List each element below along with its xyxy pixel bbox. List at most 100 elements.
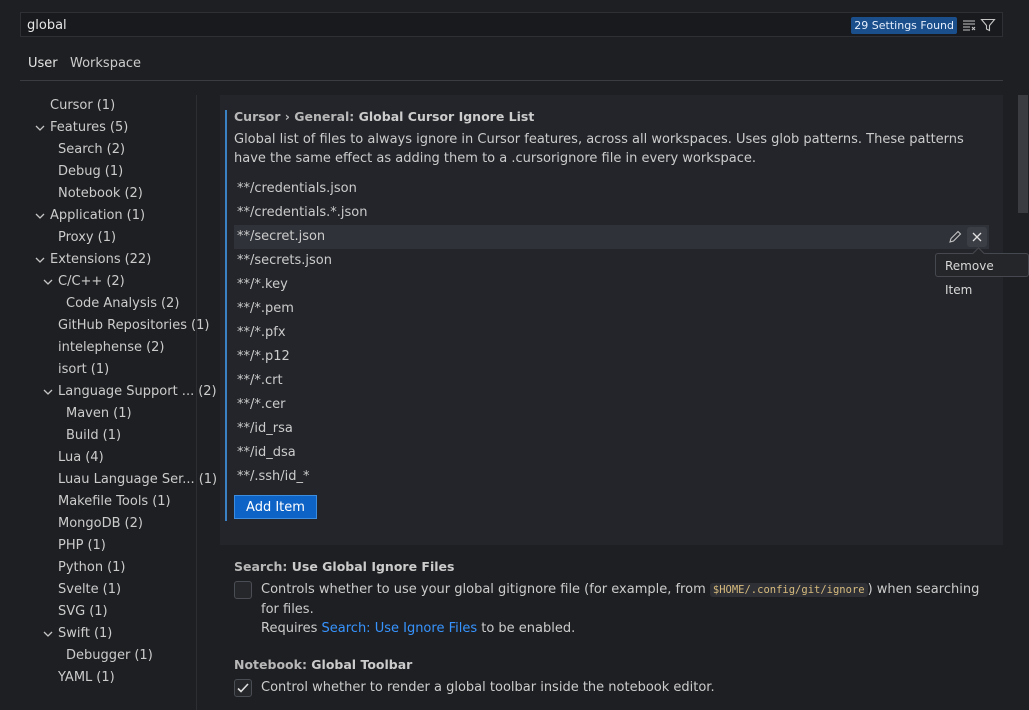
toc-item-label: Debug [58, 164, 101, 179]
chevron-down-icon[interactable] [33, 249, 47, 271]
toc-item-count: (22) [124, 252, 152, 267]
toc-item-count: (1) [97, 230, 117, 245]
toc-item-label: Features [50, 120, 106, 135]
notebook-toolbar-checkbox[interactable] [234, 679, 252, 697]
toc-item[interactable]: Luau Language Ser... (1) [58, 469, 217, 491]
toc-item-label: Proxy [58, 230, 94, 245]
remove-item-icon[interactable] [967, 227, 987, 247]
ignore-pattern: **/*.crt [237, 373, 283, 388]
toc-item[interactable]: Features (5) [35, 117, 128, 139]
toc-item[interactable]: Debug (1) [58, 161, 123, 183]
setting-name: Use Global Ignore Files [291, 559, 455, 574]
ignore-pattern: **/*.pfx [237, 325, 286, 340]
filter-icon[interactable] [980, 17, 996, 33]
tab-user[interactable]: User [20, 55, 66, 81]
toc-item-label: Cursor [50, 98, 93, 113]
scrollbar-thumb[interactable] [1018, 95, 1028, 213]
toc-item[interactable]: Cursor (1) [50, 95, 115, 117]
desc-text: to be enabled. [477, 621, 576, 636]
toc-item[interactable]: Python (1) [58, 557, 125, 579]
toc-item-label: Search [58, 142, 103, 157]
chevron-down-icon[interactable] [41, 623, 55, 645]
toc-item[interactable]: Application (1) [35, 205, 145, 227]
toc-item-label: PHP [58, 538, 84, 553]
ignore-list-item[interactable]: **/id_dsa [234, 441, 989, 465]
check-icon [237, 683, 249, 693]
toc-item[interactable]: Language Support ... (2) [43, 381, 217, 403]
toc-item[interactable]: intelephense (2) [58, 337, 164, 359]
toc-item[interactable]: Search (2) [58, 139, 125, 161]
ignore-list-item[interactable]: **/secret.json [234, 225, 989, 249]
ignore-list-item[interactable]: **/*.p12 [234, 345, 989, 369]
toc-item[interactable]: isort (1) [58, 359, 109, 381]
toc-item-label: Language Support ... [58, 384, 195, 399]
chevron-down-icon[interactable] [33, 205, 47, 227]
toc-item-count: (2) [124, 186, 143, 201]
desc-text: Requires [261, 621, 322, 636]
toc-item-count: (4) [85, 450, 104, 465]
ignore-pattern: **/credentials.json [237, 181, 357, 196]
toc-item[interactable]: YAML (1) [58, 667, 115, 689]
ignore-pattern: **/secret.json [237, 229, 326, 244]
toc-item[interactable]: Swift (1) [43, 623, 112, 645]
toc-item-label: isort [58, 362, 87, 377]
toc-item[interactable]: PHP (1) [58, 535, 106, 557]
ignore-pattern: **/*.cer [237, 397, 286, 412]
toc-item-label: Svelte [58, 582, 99, 597]
toc-item[interactable]: Notebook (2) [58, 183, 143, 205]
focus-indicator [225, 110, 227, 521]
toc-item-label: MongoDB [58, 516, 121, 531]
ignore-list-item[interactable]: **/*.pem [234, 297, 989, 321]
toc-item[interactable]: GitHub Repositories (1) [58, 315, 209, 337]
ignore-list-item[interactable]: **/*.cer [234, 393, 989, 417]
toc-item[interactable]: MongoDB (2) [58, 513, 143, 535]
toc-item-count: (1) [113, 406, 132, 421]
toc-item[interactable]: Makefile Tools (1) [58, 491, 171, 513]
toc-item-label: Swift [58, 626, 90, 641]
toc-item-label: Makefile Tools [58, 494, 149, 509]
ignore-list-item[interactable]: **/id_rsa [234, 417, 989, 441]
ignore-pattern: **/*.key [237, 277, 288, 292]
setting-link[interactable]: Search: Use Ignore Files [322, 621, 478, 636]
toc-item-count: (2) [146, 340, 165, 355]
tab-workspace[interactable]: Workspace [70, 55, 141, 81]
global-ignore-checkbox[interactable] [234, 581, 252, 599]
toc-item[interactable]: Proxy (1) [58, 227, 116, 249]
toc-item[interactable]: Debugger (1) [66, 645, 153, 667]
results-count-badge: 29 Settings Found [851, 17, 957, 34]
ignore-pattern: **/.ssh/id_* [237, 469, 310, 484]
chevron-down-icon[interactable] [33, 117, 47, 139]
toc-item-count: (1) [96, 98, 116, 113]
edit-item-icon[interactable] [945, 227, 965, 247]
ignore-list-item[interactable]: **/secrets.json [234, 249, 989, 273]
toc-item[interactable]: Maven (1) [66, 403, 132, 425]
ignore-pattern: **/*.pem [237, 301, 294, 316]
ignore-list-item[interactable]: **/credentials.*.json [234, 201, 989, 225]
toc-item[interactable]: C/C++ (2) [43, 271, 125, 293]
chevron-down-icon[interactable] [41, 271, 55, 293]
toc-item[interactable]: Build (1) [66, 425, 121, 447]
toc-item[interactable]: Code Analysis (2) [66, 293, 179, 315]
ignore-list-item[interactable]: **/*.pfx [234, 321, 989, 345]
toc-item-label: intelephense [58, 340, 143, 355]
toc-item-count: (1) [134, 648, 153, 663]
toc-item-count: (2) [106, 142, 126, 157]
toc-item[interactable]: SVG (1) [58, 601, 108, 623]
toc-item-count: (1) [87, 538, 106, 553]
toc-item[interactable]: Extensions (22) [35, 249, 152, 271]
toc-item-label: Luau Language Ser... [58, 472, 195, 487]
clear-filter-icon[interactable] [961, 17, 977, 33]
toc-item-label: YAML [58, 670, 93, 685]
toc-item[interactable]: Lua (4) [58, 447, 104, 469]
ignore-list-item[interactable]: **/*.crt [234, 369, 989, 393]
ignore-list-item[interactable]: **/*.key [234, 273, 989, 297]
ignore-list-item[interactable]: **/.ssh/id_* [234, 465, 989, 489]
ignore-list-item[interactable]: **/credentials.json [234, 177, 989, 201]
remove-item-tooltip: Remove Item [935, 253, 1029, 297]
toc-item-count: (1) [89, 604, 108, 619]
toc-item[interactable]: Svelte (1) [58, 579, 121, 601]
add-item-button[interactable]: Add Item [234, 495, 317, 519]
ignore-pattern: **/secrets.json [237, 253, 332, 268]
settings-search-input[interactable] [27, 16, 627, 34]
chevron-down-icon[interactable] [41, 381, 55, 403]
